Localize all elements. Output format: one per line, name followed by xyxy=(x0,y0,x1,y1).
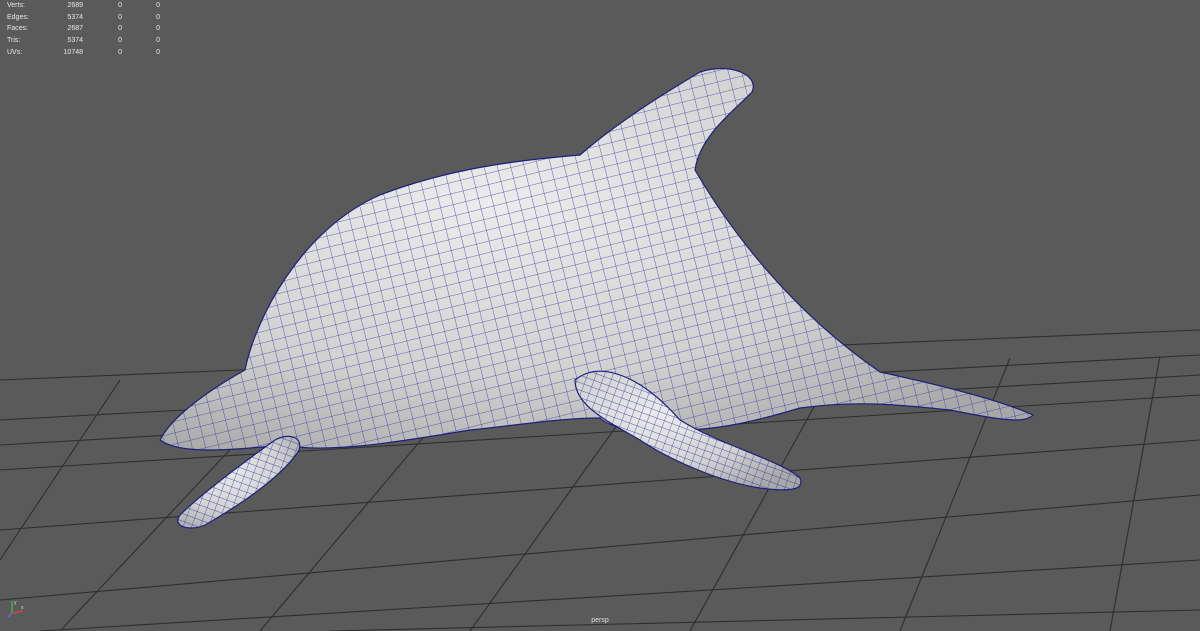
hud-label: Edges: xyxy=(7,13,29,21)
hud-value: 10748 xyxy=(63,48,83,56)
axis-gizmo-icon: y x xyxy=(7,600,24,618)
hud-row-faces: Faces: 2687 0 0 xyxy=(7,23,167,35)
hud-value: 0 xyxy=(118,48,122,56)
hud-row-edges: Edges: 5374 0 0 xyxy=(7,12,167,24)
hud-label: Faces: xyxy=(7,25,29,33)
hud-value: 2687 xyxy=(67,25,83,33)
hud-value: 2689 xyxy=(67,2,83,9)
axis-y-label: y xyxy=(14,600,17,606)
hud-value: 0 xyxy=(118,25,122,33)
hud-label: Tris: xyxy=(7,37,21,45)
axis-x-line xyxy=(11,610,24,614)
hud-value: 0 xyxy=(156,2,160,9)
hud-label: Verts: xyxy=(7,2,25,9)
hud-row-uvs: UVs: 10748 0 0 xyxy=(7,47,167,59)
camera-label: persp xyxy=(591,617,609,624)
scene-canvas[interactable] xyxy=(0,0,1200,631)
hud-value: 0 xyxy=(156,48,160,56)
3d-viewport[interactable]: Verts: 2689 0 0 Edges: 5374 0 0 Faces: 2… xyxy=(0,0,1200,631)
hud-value: 0 xyxy=(118,13,122,21)
hud-value: 0 xyxy=(118,37,122,45)
hud-row-verts: Verts: 2689 0 0 xyxy=(7,0,167,12)
hud-value: 0 xyxy=(118,2,122,9)
hud-value: 5374 xyxy=(67,13,83,21)
hud-value: 0 xyxy=(156,25,160,33)
poly-count-hud: Verts: 2689 0 0 Edges: 5374 0 0 Faces: 2… xyxy=(7,0,167,58)
axis-x-label: x xyxy=(21,605,24,611)
hud-row-tris: Tris: 5374 0 0 xyxy=(7,35,167,47)
hud-label: UVs: xyxy=(7,48,23,56)
hud-value: 0 xyxy=(156,13,160,21)
hud-value: 0 xyxy=(156,37,160,45)
dolphin-mesh[interactable] xyxy=(159,68,1034,529)
hud-value: 5374 xyxy=(67,37,83,45)
